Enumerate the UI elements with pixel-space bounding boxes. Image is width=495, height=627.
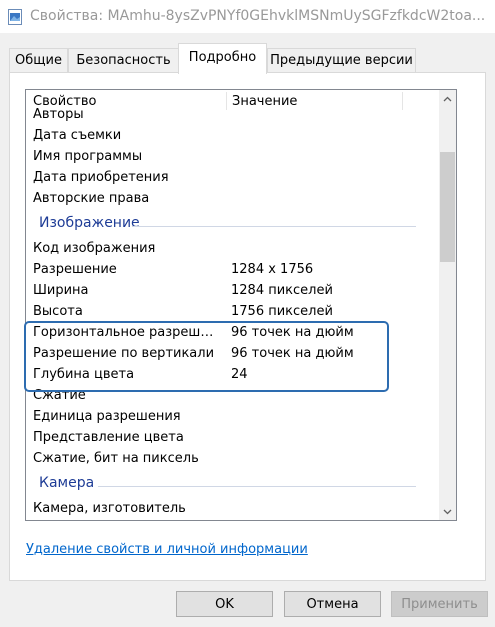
ok-button[interactable]: OK xyxy=(176,591,273,617)
list-item[interactable]: Глубина цвета 24 xyxy=(26,365,427,386)
apply-button[interactable]: Применить xyxy=(391,591,488,617)
tab-general[interactable]: Общие xyxy=(9,48,68,73)
properties-list[interactable]: Свойство Значение Авторы Дата съемки Имя… xyxy=(25,89,457,521)
list-item[interactable]: Авторские права xyxy=(26,189,427,210)
property-name: Сжатие, бит на пиксель xyxy=(33,451,199,466)
tab-strip: Общие Безопасность Подробно Предыдущие в… xyxy=(0,33,495,74)
property-name: Имя программы xyxy=(33,149,143,164)
group-header-camera: Камера xyxy=(26,475,427,496)
property-name: Авторы xyxy=(33,107,84,122)
property-name: Камера, изготовитель xyxy=(33,501,186,516)
list-item[interactable]: Ширина 1284 пикселей xyxy=(26,281,427,302)
property-name: Представление цвета xyxy=(33,430,184,445)
scroll-up-icon[interactable] xyxy=(439,90,456,107)
list-item[interactable]: Горизонтальное разрешение 96 точек на дю… xyxy=(26,323,427,344)
property-name: Единица разрешения xyxy=(33,409,181,424)
tab-security[interactable]: Безопасность xyxy=(68,48,179,73)
property-name: Ширина xyxy=(33,283,89,298)
title-bar: Свойства: MAmhu-8ysZvPNYf0GEhvklMSNmUySG… xyxy=(0,0,495,33)
cancel-button[interactable]: Отмена xyxy=(284,591,381,617)
property-value: 1284 пикселей xyxy=(231,283,333,298)
property-value: 96 точек на дюйм xyxy=(231,325,354,340)
property-value: 24 xyxy=(231,367,248,382)
window-title: Свойства: MAmhu-8ysZvPNYf0GEhvklMSNmUySG… xyxy=(30,8,486,24)
group-header-image: Изображение xyxy=(26,215,427,236)
scroll-thumb[interactable] xyxy=(440,152,455,262)
property-name: Горизонтальное разрешение xyxy=(33,325,219,340)
property-name: Дата съемки xyxy=(33,128,122,143)
scroll-down-icon[interactable] xyxy=(439,503,456,520)
list-item[interactable]: Высота 1756 пикселей xyxy=(26,302,427,323)
property-name: Дата приобретения xyxy=(33,170,169,185)
list-item[interactable]: Разрешение 1284 x 1756 xyxy=(26,260,427,281)
property-name: Разрешение по вертикали xyxy=(33,346,215,361)
tab-previous-versions[interactable]: Предыдущие версии xyxy=(267,48,416,73)
group-label: Изображение xyxy=(39,215,140,231)
list-item[interactable]: Код изображения xyxy=(26,239,427,260)
property-value: 1756 пикселей xyxy=(231,304,333,319)
list-item[interactable]: Имя программы xyxy=(26,147,427,168)
group-divider xyxy=(98,486,416,487)
property-value: 96 точек на дюйм xyxy=(231,346,354,361)
group-divider xyxy=(132,226,416,227)
list-item[interactable]: Сжатие xyxy=(26,386,427,407)
group-label: Камера xyxy=(39,475,95,491)
list-item[interactable]: Сжатие, бит на пиксель xyxy=(26,449,427,470)
property-name: Высота xyxy=(33,304,83,319)
property-name: Авторские права xyxy=(33,191,150,206)
list-item[interactable]: Камера, изготовитель xyxy=(26,499,427,520)
vertical-scrollbar[interactable] xyxy=(439,90,456,520)
property-name: Глубина цвета xyxy=(33,367,135,382)
property-name: Код изображения xyxy=(33,241,156,256)
details-panel: Свойство Значение Авторы Дата съемки Имя… xyxy=(9,72,486,581)
list-item[interactable]: Представление цвета xyxy=(26,428,427,449)
property-value: 1284 x 1756 xyxy=(231,262,314,277)
property-name: Разрешение xyxy=(33,262,117,277)
list-item[interactable]: Разрешение по вертикали 96 точек на дюйм xyxy=(26,344,427,365)
remove-properties-link[interactable]: Удаление свойств и личной информации xyxy=(26,542,308,557)
property-name: Сжатие xyxy=(33,388,86,403)
list-item[interactable]: Авторы xyxy=(26,105,427,126)
list-item[interactable]: Дата съемки xyxy=(26,126,427,147)
list-item[interactable]: Единица разрешения xyxy=(26,407,427,428)
tab-details[interactable]: Подробно xyxy=(178,43,267,74)
image-file-icon xyxy=(8,9,22,25)
list-item[interactable]: Дата приобретения xyxy=(26,168,427,189)
